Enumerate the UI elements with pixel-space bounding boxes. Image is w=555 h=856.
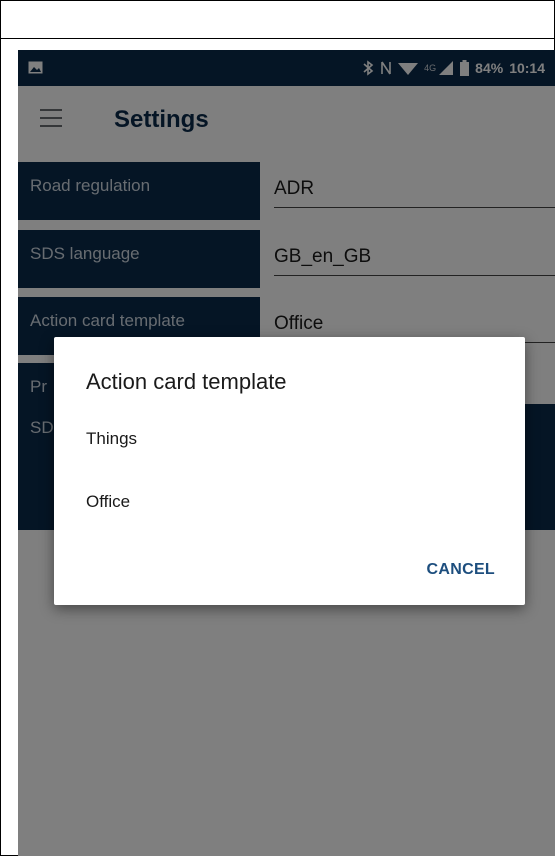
frame-divider [0, 38, 555, 39]
dialog-title: Action card template [86, 369, 287, 394]
cancel-button[interactable]: CANCEL [427, 561, 495, 579]
phone-screen: 4G 84% 10:14 Settings Road regulation AD… [18, 50, 555, 856]
dialog-option-office[interactable]: Office [86, 492, 130, 512]
action-card-template-dialog: Action card template Things Office CANCE… [54, 337, 525, 605]
dialog-option-things[interactable]: Things [86, 429, 137, 449]
